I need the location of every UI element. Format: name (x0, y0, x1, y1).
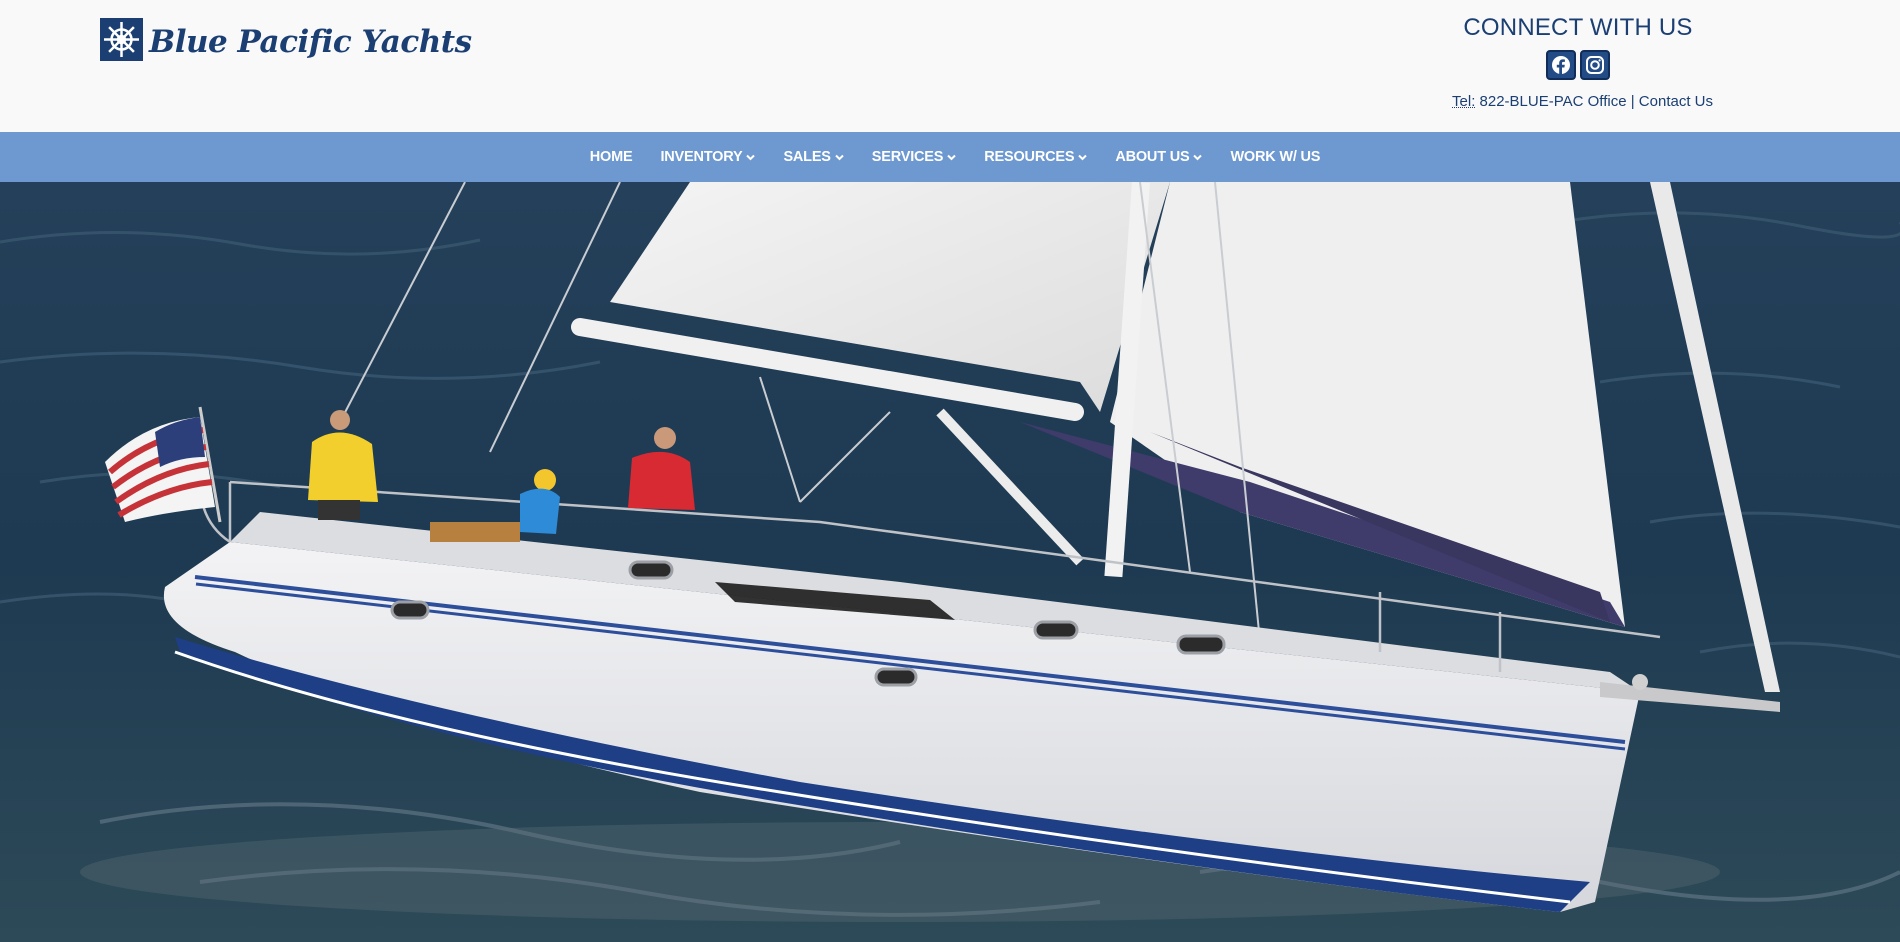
separator: | (1630, 93, 1635, 110)
facebook-link[interactable] (1546, 50, 1576, 80)
chevron-down-icon (746, 154, 756, 161)
nav-item-work-w-us[interactable]: WORK W/ US (1230, 149, 1320, 165)
nav-item-home[interactable]: HOME (590, 149, 633, 165)
nav-item-about-us[interactable]: ABOUT US (1115, 149, 1203, 165)
nav-item-label: INVENTORY (660, 149, 743, 165)
chevron-down-icon (947, 154, 956, 161)
social-links (1443, 50, 1713, 80)
sailboat-photo (0, 182, 1900, 942)
main-nav: HOME INVENTORY SALES SERVICES RESOURCES ABOUT… (0, 132, 1900, 182)
nav-item-resources[interactable]: RESOURCES (984, 149, 1088, 165)
nav-item-sales[interactable]: SALES (783, 149, 844, 165)
nav-list: HOME INVENTORY SALES SERVICES RESOURCES ABOUT… (0, 132, 1900, 182)
chevron-down-icon (835, 154, 844, 161)
instagram-link[interactable] (1580, 50, 1610, 80)
connect-title: CONNECT WITH US (1463, 14, 1693, 41)
site-header: Blue Pacific Yachts CONNECT WITH US Tel:… (0, 0, 1900, 132)
tel-label: Tel: (1452, 93, 1476, 110)
nav-item-label: SERVICES (871, 149, 944, 165)
instagram-icon (1586, 56, 1604, 74)
facebook-icon (1552, 56, 1570, 75)
contact-line: Tel: 822-BLUE-PAC Office | Contact Us (1452, 93, 1713, 110)
nav-item-services[interactable]: SERVICES (872, 149, 956, 165)
brand-logo[interactable]: Blue Pacific Yachts (100, 18, 472, 61)
hero-image (0, 182, 1900, 942)
nav-item-label: SALES (783, 149, 831, 165)
chevron-down-icon (1193, 154, 1203, 161)
nav-item-label: RESOURCES (984, 149, 1075, 165)
contact-us-link[interactable]: Contact Us (1639, 93, 1713, 110)
nav-item-label: ABOUT US (1115, 149, 1190, 165)
nav-item-label: HOME (589, 149, 633, 165)
connect-section: CONNECT WITH US (1443, 14, 1713, 80)
ship-wheel-icon (100, 18, 143, 61)
nav-item-inventory[interactable]: INVENTORY (660, 149, 756, 165)
nav-item-label: WORK W/ US (1230, 149, 1321, 165)
brand-name: Blue Pacific Yachts (149, 23, 472, 60)
phone-link[interactable]: 822-BLUE-PAC Office (1480, 93, 1627, 110)
chevron-down-icon (1078, 154, 1088, 161)
